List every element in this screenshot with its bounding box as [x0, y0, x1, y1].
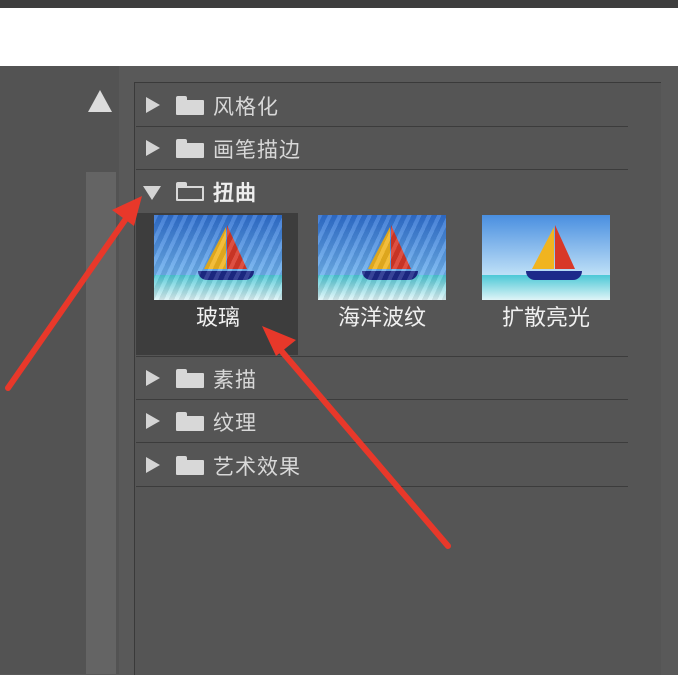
- annotation-arrow-bottom: [262, 326, 451, 549]
- annotation-arrow-left: [5, 196, 142, 391]
- annotation-arrows: [5, 196, 451, 549]
